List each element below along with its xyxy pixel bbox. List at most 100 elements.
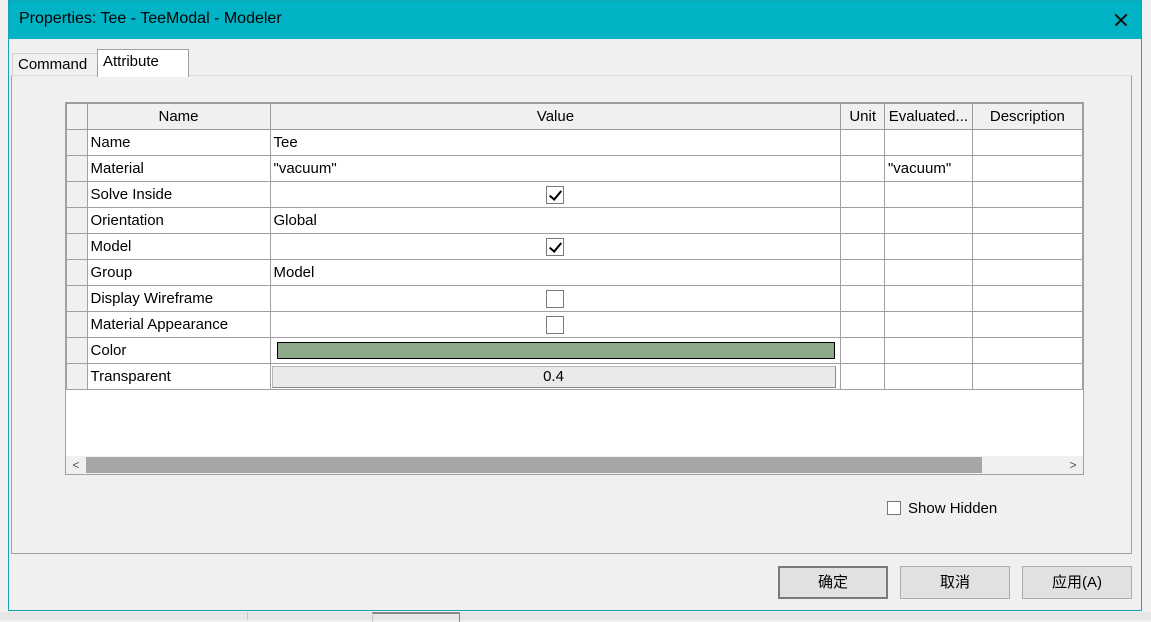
property-description[interactable]	[971, 285, 1083, 312]
apply-button[interactable]: 应用(A)	[1022, 566, 1132, 599]
table-row[interactable]: Transparent 0.4	[66, 363, 1083, 390]
background-strip	[0, 612, 1151, 622]
table-row[interactable]: Color	[66, 337, 1083, 364]
column-header-description[interactable]: Description	[971, 103, 1083, 130]
property-description[interactable]	[971, 337, 1083, 364]
property-unit	[840, 207, 885, 234]
property-name: Material Appearance	[86, 311, 271, 338]
property-evaluated	[883, 259, 973, 286]
horizontal-scrollbar[interactable]: < >	[66, 456, 1083, 474]
column-header-evaluated[interactable]: Evaluated...	[883, 103, 973, 130]
close-icon[interactable]	[1099, 1, 1141, 39]
table-row[interactable]: Solve Inside	[66, 181, 1083, 208]
property-unit	[840, 259, 885, 286]
property-evaluated	[883, 337, 973, 364]
column-header-name[interactable]: Name	[86, 103, 271, 130]
column-header-value[interactable]: Value	[269, 103, 842, 130]
table-row[interactable]: Material "vacuum" "vacuum"	[66, 155, 1083, 182]
window-title: Properties: Tee - TeeModal - Modeler	[19, 10, 282, 27]
property-unit	[840, 337, 885, 364]
property-description[interactable]	[971, 207, 1083, 234]
property-value	[269, 337, 842, 364]
property-description[interactable]	[971, 259, 1083, 286]
scroll-left-icon[interactable]: <	[66, 456, 86, 474]
property-unit	[840, 285, 885, 312]
row-header[interactable]	[66, 233, 88, 260]
column-header-unit[interactable]: Unit	[840, 103, 885, 130]
row-header[interactable]	[66, 259, 88, 286]
property-name: Group	[86, 259, 271, 286]
header-row: Name Value Unit Evaluated... Description	[66, 103, 1083, 130]
row-header[interactable]	[66, 129, 88, 156]
property-evaluated	[883, 233, 973, 260]
corner-cell	[66, 103, 88, 130]
row-header[interactable]	[66, 155, 88, 182]
table-row[interactable]: Material Appearance	[66, 311, 1083, 338]
tab-attribute[interactable]: Attribute	[97, 49, 189, 77]
cancel-button[interactable]: 取消	[900, 566, 1010, 599]
property-description[interactable]	[971, 363, 1083, 390]
property-value	[269, 311, 842, 338]
show-hidden-checkbox[interactable]	[887, 501, 901, 515]
property-description[interactable]	[971, 311, 1083, 338]
property-evaluated	[883, 181, 973, 208]
property-name: Transparent	[86, 363, 271, 390]
property-name: Name	[86, 129, 271, 156]
property-evaluated	[883, 207, 973, 234]
property-evaluated	[883, 311, 973, 338]
property-unit	[840, 363, 885, 390]
model-checkbox[interactable]	[546, 237, 565, 256]
property-unit	[840, 129, 885, 156]
transparency-value-button[interactable]: 0.4	[271, 365, 836, 388]
property-description[interactable]	[971, 233, 1083, 260]
property-description[interactable]	[971, 181, 1083, 208]
tab-command[interactable]: Command	[12, 53, 102, 76]
property-value[interactable]: Model	[269, 259, 842, 286]
property-name: Solve Inside	[86, 181, 271, 208]
solve-inside-checkbox[interactable]	[546, 185, 565, 204]
display-wireframe-checkbox[interactable]	[546, 289, 565, 308]
row-header[interactable]	[66, 363, 88, 390]
show-hidden-label: Show Hidden	[908, 500, 998, 517]
property-unit	[840, 155, 885, 182]
property-evaluated	[883, 363, 973, 390]
row-header[interactable]	[66, 285, 88, 312]
scroll-right-icon[interactable]: >	[1063, 456, 1083, 474]
table-row[interactable]: Name Tee	[66, 129, 1083, 156]
title-bar: Properties: Tee - TeeModal - Modeler	[9, 1, 1141, 39]
property-value[interactable]: Tee	[269, 129, 842, 156]
property-evaluated	[883, 285, 973, 312]
row-header[interactable]	[66, 207, 88, 234]
property-value: 0.4	[269, 363, 842, 390]
row-header[interactable]	[66, 311, 88, 338]
table-row[interactable]: Group Model	[66, 259, 1083, 286]
property-grid: Name Value Unit Evaluated... Description…	[65, 102, 1084, 475]
property-evaluated: "vacuum"	[883, 155, 973, 182]
show-hidden-option[interactable]: Show Hidden	[887, 500, 997, 520]
property-unit	[840, 233, 885, 260]
property-unit	[840, 311, 885, 338]
row-header[interactable]	[66, 181, 88, 208]
table-row[interactable]: Display Wireframe	[66, 285, 1083, 312]
property-name: Material	[86, 155, 271, 182]
property-description[interactable]	[971, 129, 1083, 156]
property-name: Display Wireframe	[86, 285, 271, 312]
property-description[interactable]	[971, 155, 1083, 182]
table-row[interactable]: Model	[66, 233, 1083, 260]
table-row[interactable]: Orientation Global	[66, 207, 1083, 234]
property-value[interactable]: "vacuum"	[269, 155, 842, 182]
property-value	[269, 233, 842, 260]
property-value	[269, 285, 842, 312]
color-swatch[interactable]	[276, 342, 835, 359]
material-appearance-checkbox[interactable]	[546, 315, 565, 334]
property-value	[269, 181, 842, 208]
property-name: Color	[86, 337, 271, 364]
background-divider	[247, 612, 248, 620]
property-name: Orientation	[86, 207, 271, 234]
scrollbar-thumb[interactable]	[86, 457, 982, 473]
property-value[interactable]: Global	[269, 207, 842, 234]
property-table: Name Value Unit Evaluated... Description…	[66, 103, 1083, 390]
property-name: Model	[86, 233, 271, 260]
ok-button[interactable]: 确定	[778, 566, 888, 599]
row-header[interactable]	[66, 337, 88, 364]
